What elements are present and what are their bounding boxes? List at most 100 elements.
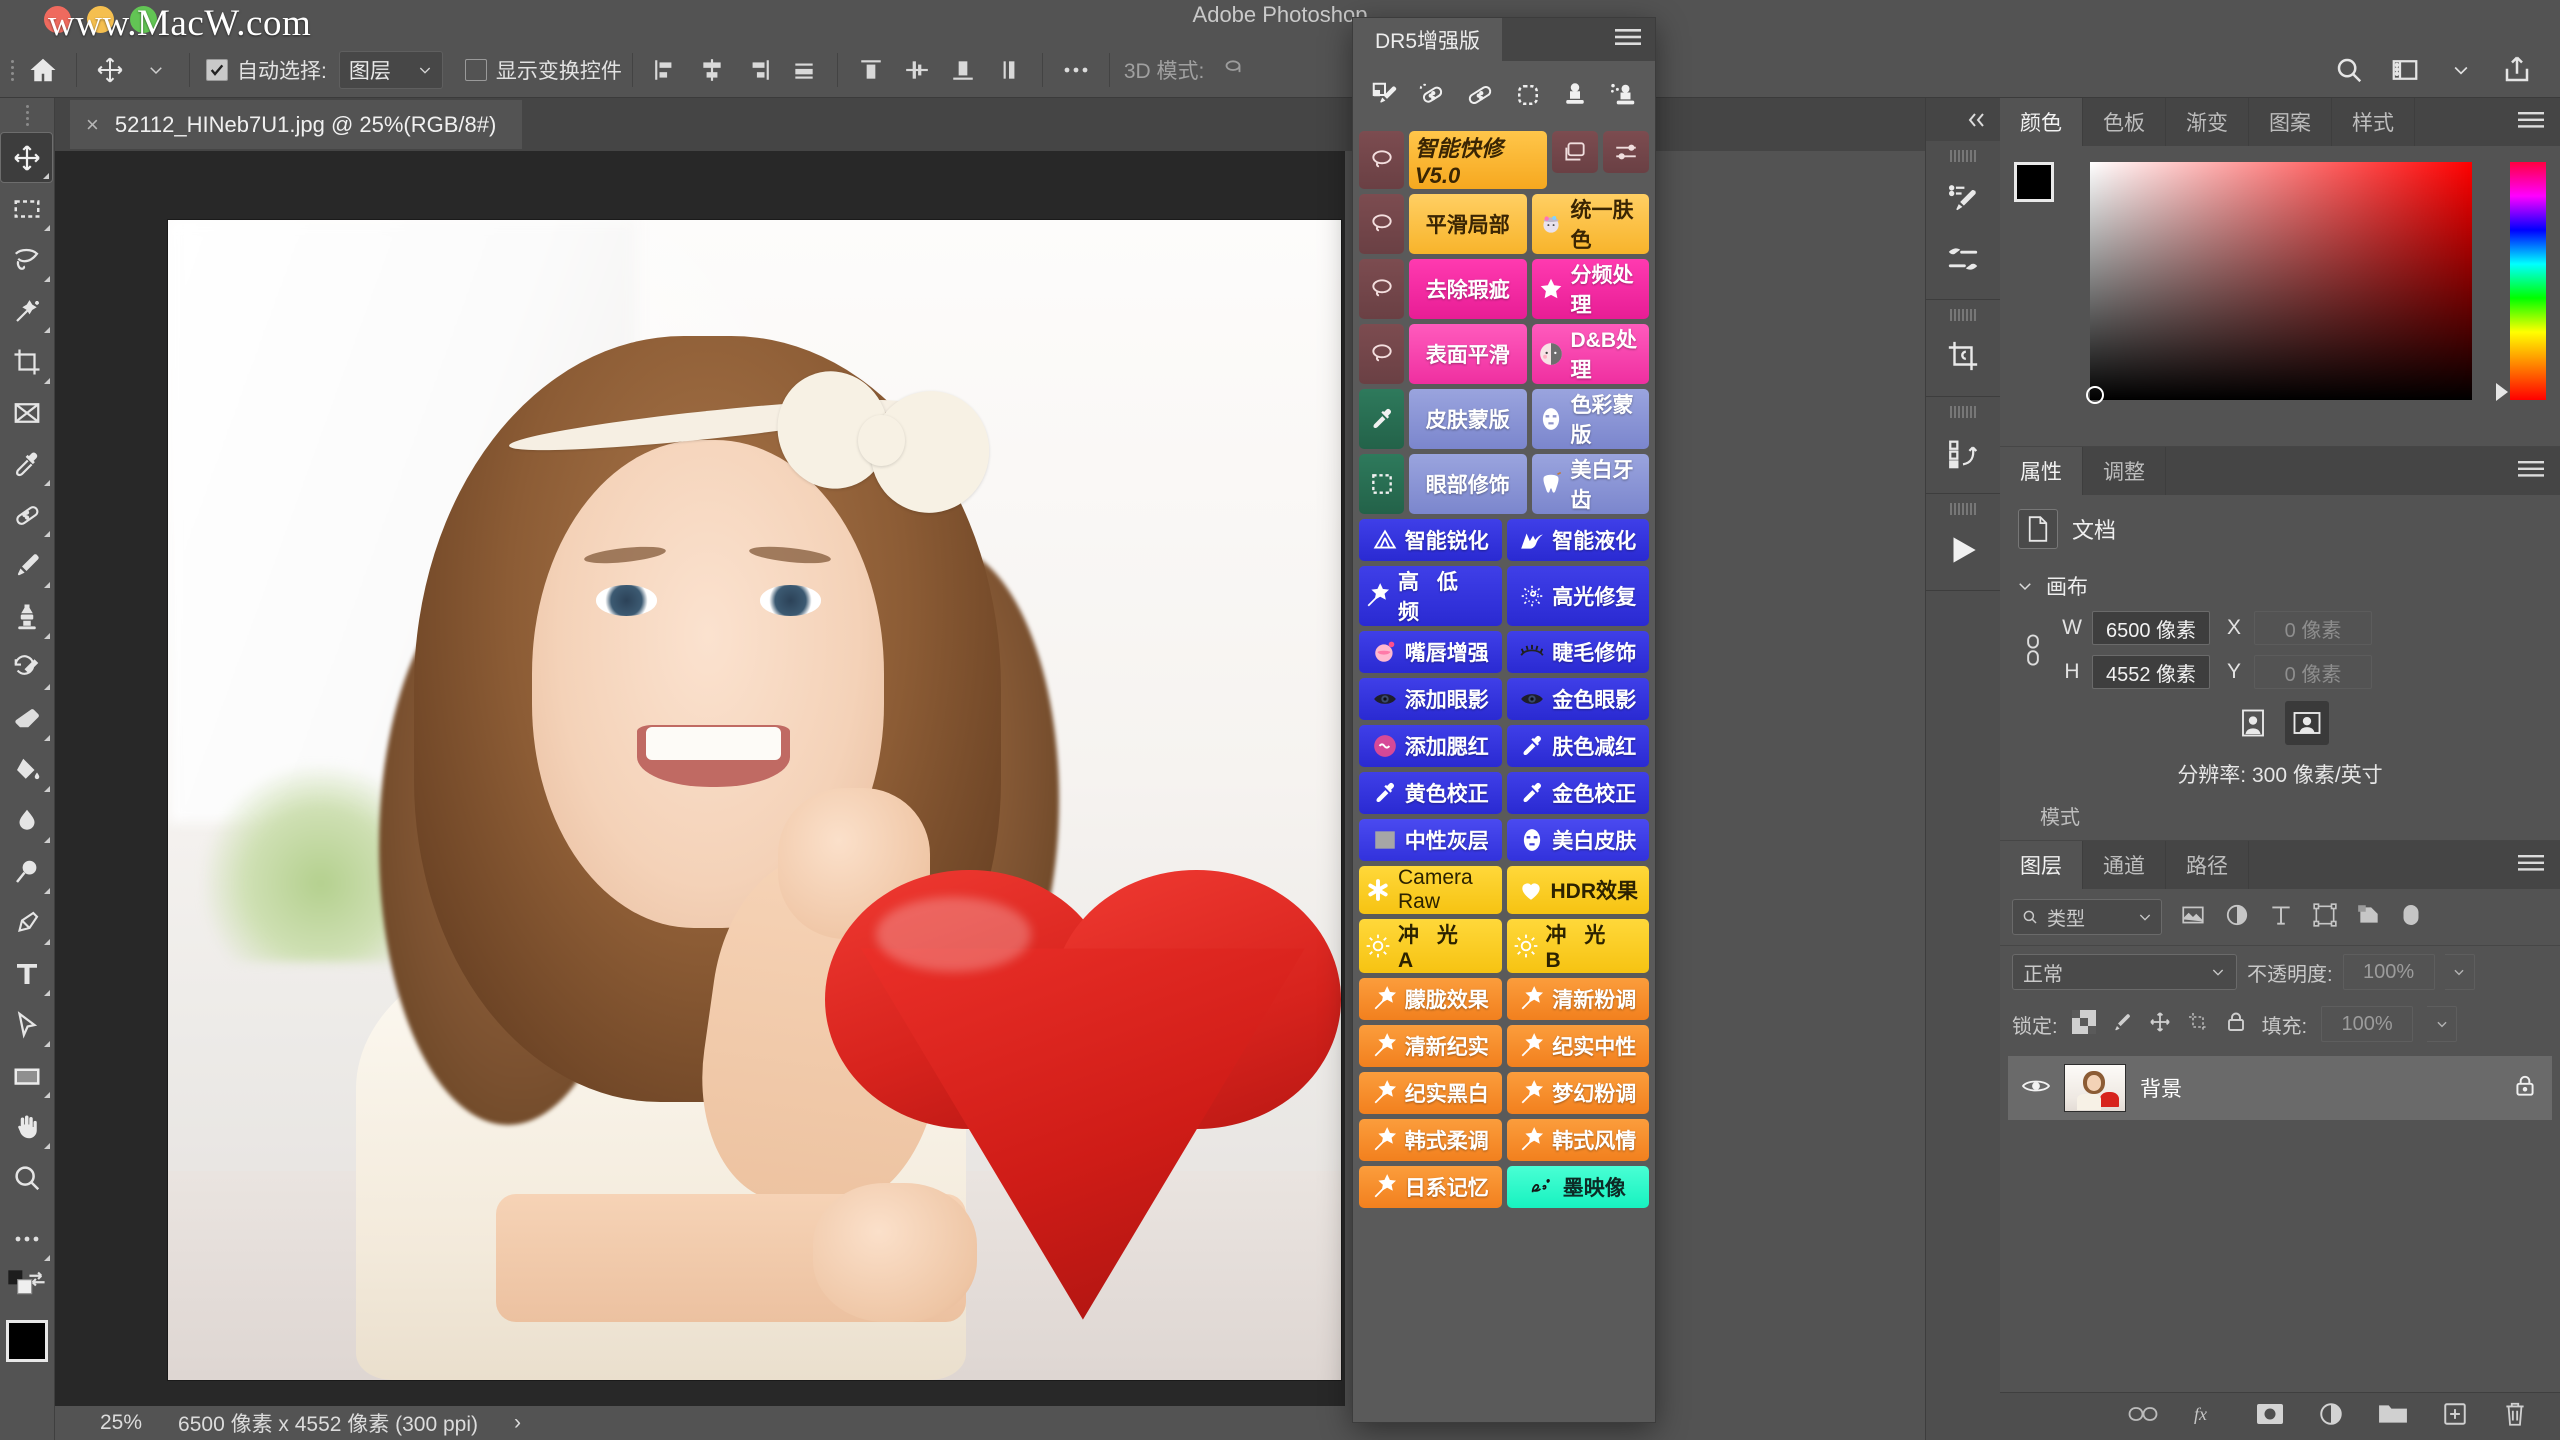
hamburger-icon[interactable] <box>2518 853 2544 878</box>
eye-retouch-button[interactable]: 眼部修饰 <box>1409 454 1527 514</box>
patch-icon[interactable] <box>1508 75 1548 115</box>
korean-style-button[interactable]: 韩式风情 <box>1507 1119 1650 1161</box>
hamburger-icon[interactable] <box>2518 110 2544 135</box>
hue-slider[interactable] <box>2510 162 2546 400</box>
layer-brush-icon[interactable] <box>1365 75 1405 115</box>
landscape-orientation-button[interactable] <box>2285 701 2329 745</box>
healing-brush-tool[interactable] <box>0 489 53 540</box>
play-icon[interactable] <box>1926 519 2000 581</box>
layer-visibility-icon[interactable] <box>2022 1075 2050 1102</box>
zoom-tool[interactable] <box>0 1152 53 1203</box>
opacity-chevron-icon[interactable] <box>2445 954 2475 990</box>
share-icon[interactable] <box>2494 48 2540 92</box>
lasso-icon[interactable] <box>1359 259 1404 319</box>
chevron-down-icon[interactable] <box>2438 48 2484 92</box>
h-input[interactable]: 4552 像素 <box>2092 655 2210 689</box>
flash-light-a-button[interactable]: 冲 光 A <box>1359 919 1502 973</box>
high-low-frequency-button[interactable]: 高 低 频 <box>1359 566 1502 626</box>
more-tools-icon[interactable] <box>0 1213 53 1264</box>
layer-filter-select[interactable]: 类型 <box>2012 899 2162 935</box>
hue-slider-thumb[interactable] <box>2496 383 2508 401</box>
mask-icon[interactable] <box>2256 1402 2284 1431</box>
distribute-h-icon[interactable] <box>781 48 827 92</box>
hand-tool[interactable] <box>0 1101 53 1152</box>
lock-artboard-icon[interactable] <box>2186 1010 2210 1039</box>
close-icon[interactable]: × <box>86 112 99 138</box>
color-mask-button[interactable]: 色彩蒙版 <box>1532 389 1650 449</box>
group-icon[interactable] <box>2378 1402 2408 1431</box>
align-right-icon[interactable] <box>735 48 781 92</box>
lasso-tool[interactable] <box>0 234 53 285</box>
document-image[interactable] <box>168 220 1341 1380</box>
tab-adjustments[interactable]: 调整 <box>2083 447 2166 495</box>
fresh-pink-tone-button[interactable]: 清新粉调 <box>1507 978 1650 1020</box>
documentary-bw-button[interactable]: 纪实黑白 <box>1359 1072 1502 1114</box>
camera-raw-button[interactable]: Camera Raw <box>1359 866 1502 914</box>
type-tool[interactable] <box>0 948 53 999</box>
tab-styles[interactable]: 样式 <box>2332 98 2415 146</box>
delete-icon[interactable] <box>2502 1400 2528 1433</box>
skin-mask-button[interactable]: 皮肤蒙版 <box>1409 389 1527 449</box>
smart-quick-fix-button[interactable]: 智能快修 V5.0 <box>1409 131 1547 189</box>
lasso-icon[interactable] <box>1359 324 1404 384</box>
brush-settings-icon[interactable] <box>1926 228 2000 290</box>
dock-grip[interactable] <box>1926 141 2000 166</box>
smart-filter-icon[interactable] <box>2356 902 2382 933</box>
text-filter-icon[interactable] <box>2268 902 2294 933</box>
marquee-tool[interactable] <box>0 183 53 234</box>
eyelash-retouch-button[interactable]: 睫毛修饰 <box>1507 631 1650 673</box>
blur-tool[interactable] <box>0 795 53 846</box>
frequency-separation-button[interactable]: 分频处理 <box>1532 259 1650 319</box>
add-blush-button[interactable]: 添加腮红 <box>1359 725 1502 767</box>
duplicate-layers-icon[interactable] <box>1552 131 1598 173</box>
dreamy-pink-tone-button[interactable]: 梦幻粉调 <box>1507 1072 1650 1114</box>
korean-soft-tone-button[interactable]: 韩式柔调 <box>1359 1119 1502 1161</box>
align-top-icon[interactable] <box>848 48 894 92</box>
documentary-neutral-button[interactable]: 纪实中性 <box>1507 1025 1650 1067</box>
fill-value[interactable]: 100% <box>2321 1006 2413 1042</box>
eyedropper-icon[interactable] <box>1359 389 1404 449</box>
remove-blemish-button[interactable]: 去除瑕疵 <box>1409 259 1527 319</box>
document-tab[interactable]: × 52112_HINeb7U1.jpg @ 25%(RGB/8#) <box>70 100 522 149</box>
clone-stamp-tool[interactable] <box>0 591 53 642</box>
home-icon[interactable] <box>20 48 66 92</box>
paint-bucket-tool[interactable] <box>0 744 53 795</box>
highlight-repair-button[interactable]: 高光修复 <box>1507 566 1650 626</box>
lock-all-icon[interactable] <box>2224 1010 2248 1039</box>
tab-swatches[interactable]: 色板 <box>2083 98 2166 146</box>
align-bottom-icon[interactable] <box>940 48 986 92</box>
hazy-effect-button[interactable]: 朦胧效果 <box>1359 978 1502 1020</box>
tab-patterns[interactable]: 图案 <box>2249 98 2332 146</box>
magic-wand-tool[interactable] <box>0 285 53 336</box>
align-center-h-icon[interactable] <box>689 48 735 92</box>
history-brush-tool[interactable] <box>0 642 53 693</box>
color-field[interactable] <box>2090 162 2472 400</box>
brush-presets-icon[interactable] <box>1926 166 2000 228</box>
y-input[interactable]: 0 像素 <box>2254 655 2372 689</box>
unify-skin-tone-button[interactable]: 统一肤色 <box>1532 194 1650 254</box>
canvas-area[interactable] <box>55 151 1345 1406</box>
pattern-stamp-icon[interactable] <box>1603 75 1643 115</box>
tab-layers[interactable]: 图层 <box>2000 841 2083 889</box>
tools-grip[interactable] <box>0 98 54 132</box>
lasso-icon[interactable] <box>1359 194 1404 254</box>
status-arrow[interactable]: › <box>514 1411 521 1435</box>
lip-enhance-button[interactable]: 嘴唇增强 <box>1359 631 1502 673</box>
smart-sharpen-button[interactable]: 智能锐化 <box>1359 519 1502 561</box>
canvas-section-header[interactable]: 画布 <box>2000 563 2560 611</box>
swap-colors-icon[interactable] <box>24 1266 50 1297</box>
show-transform-checkbox[interactable] <box>465 59 487 81</box>
rectangle-tool[interactable] <box>0 1050 53 1101</box>
opacity-value[interactable]: 100% <box>2343 954 2435 990</box>
dock-grip[interactable] <box>1926 494 2000 519</box>
workspace-icon[interactable] <box>2382 48 2428 92</box>
yellow-correction-button[interactable]: 黄色校正 <box>1359 772 1502 814</box>
auto-select-dropdown[interactable]: 图层 <box>339 51 443 89</box>
neutral-gray-layer-button[interactable]: 中性灰层 <box>1359 819 1502 861</box>
move-tool-icon[interactable] <box>87 48 133 92</box>
teeth-whitening-button[interactable]: 美白牙齿 <box>1532 454 1650 514</box>
distribute-v-icon[interactable] <box>986 48 1032 92</box>
align-center-v-icon[interactable] <box>894 48 940 92</box>
image-filter-icon[interactable] <box>2180 902 2206 933</box>
hamburger-icon[interactable] <box>2518 459 2544 484</box>
